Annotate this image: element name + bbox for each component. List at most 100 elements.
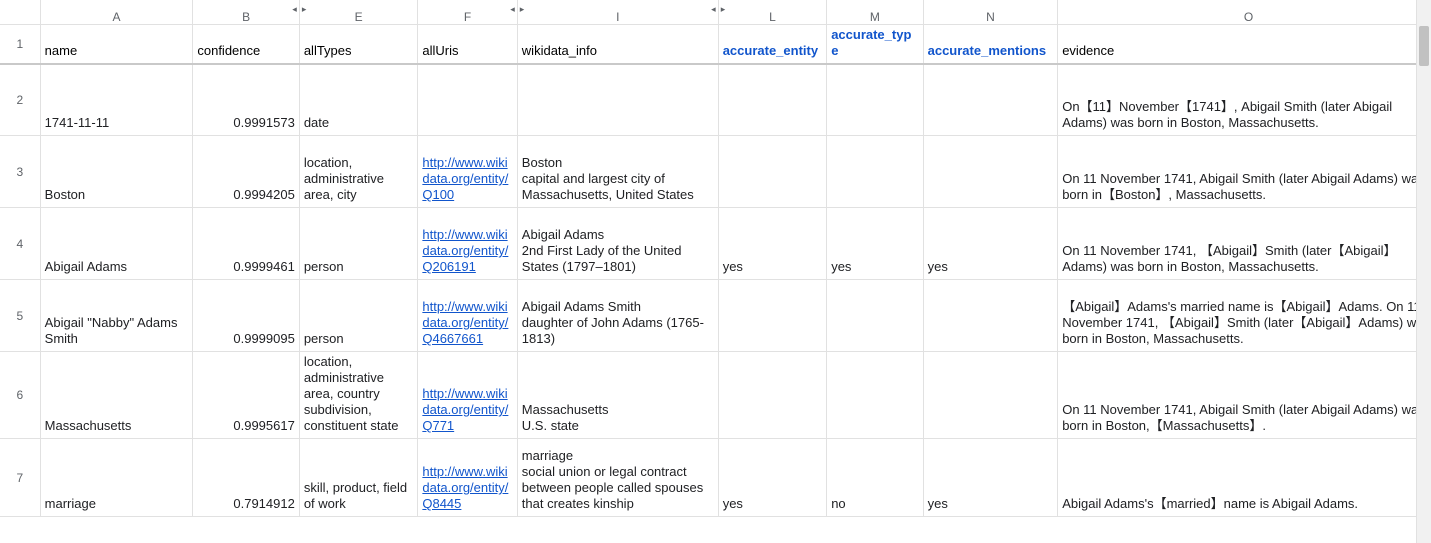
cell-B6[interactable]: 0.9995617	[193, 352, 299, 439]
col-header-E[interactable]: ▸ E	[299, 0, 418, 24]
cell-N3[interactable]	[923, 136, 1058, 208]
cell-B2[interactable]: 0.9991573	[193, 64, 299, 136]
cell-M3[interactable]	[827, 136, 923, 208]
cell-B5[interactable]: 0.9999095	[193, 280, 299, 352]
row-header-1[interactable]: 1	[0, 24, 40, 64]
cell-M4[interactable]: yes	[827, 208, 923, 280]
cell-O7[interactable]: Abigail Adams's【married】name is Abigail …	[1058, 439, 1431, 517]
column-group-toggle-icon[interactable]: ▸	[520, 4, 525, 15]
cell-M6[interactable]	[827, 352, 923, 439]
row-header-4[interactable]: 4	[0, 208, 40, 280]
cell-O5[interactable]: 【Abigail】Adams's married name is【Abigail…	[1058, 280, 1431, 352]
cell-F6[interactable]: http://www.wiki​data.org/entity/Q771	[418, 352, 517, 439]
cell-L2[interactable]	[718, 64, 826, 136]
row-header-7[interactable]: 7	[0, 439, 40, 517]
cell-I5[interactable]: Abigail Adams Smithdaughter of John Adam…	[517, 280, 718, 352]
wikidata-link[interactable]: http://www.wiki​data.org/entity/Q100	[422, 155, 508, 202]
cell-B1[interactable]: confidence	[193, 24, 299, 64]
cell-N1[interactable]: accurate_mentions	[923, 24, 1058, 64]
column-group-toggle-icon[interactable]: ▸	[302, 4, 307, 15]
cell-M5[interactable]	[827, 280, 923, 352]
cell-I6[interactable]: MassachusettsU.S. state	[517, 352, 718, 439]
col-header-M[interactable]: M	[827, 0, 923, 24]
cell-L3[interactable]	[718, 136, 826, 208]
cell-F5[interactable]: http://www.wiki​data.org/entity/Q4667661	[418, 280, 517, 352]
table-row: 5Abigail "Nabby" Adams Smith0.9999095per…	[0, 280, 1431, 352]
row-header-6[interactable]: 6	[0, 352, 40, 439]
cell-N4[interactable]: yes	[923, 208, 1058, 280]
table-row: 6Massachusetts0.9995617location, adminis…	[0, 352, 1431, 439]
cell-B4[interactable]: 0.9999461	[193, 208, 299, 280]
cell-E4[interactable]: person	[299, 208, 418, 280]
cell-A1[interactable]: name	[40, 24, 193, 64]
col-header-F[interactable]: F ◂	[418, 0, 517, 24]
cell-N6[interactable]	[923, 352, 1058, 439]
cell-M2[interactable]	[827, 64, 923, 136]
spreadsheet-viewport[interactable]: A B ◂ ▸ E F ◂ ▸ I ◂	[0, 0, 1431, 543]
scrollbar-thumb[interactable]	[1419, 26, 1429, 66]
cell-N5[interactable]	[923, 280, 1058, 352]
cell-E7[interactable]: skill, product, field of work	[299, 439, 418, 517]
col-header-O[interactable]: O	[1058, 0, 1431, 24]
row-header-5[interactable]: 5	[0, 280, 40, 352]
cell-N2[interactable]	[923, 64, 1058, 136]
cell-M1[interactable]: accurate_type	[827, 24, 923, 64]
wikidata-link[interactable]: http://www.wiki​data.org/entity/Q206191	[422, 227, 508, 274]
cell-I3[interactable]: Bostoncapital and largest city of Massac…	[517, 136, 718, 208]
cell-I7[interactable]: marriagesocial union or legal contract b…	[517, 439, 718, 517]
column-group-toggle-icon[interactable]: ◂	[510, 4, 515, 15]
wikidata-link[interactable]: http://www.wiki​data.org/entity/Q771	[422, 386, 508, 433]
col-header-A[interactable]: A	[40, 0, 193, 24]
cell-F7[interactable]: http://www.wiki​data.org/entity/Q8445	[418, 439, 517, 517]
cell-L6[interactable]	[718, 352, 826, 439]
cell-F1[interactable]: allUris	[418, 24, 517, 64]
cell-O6[interactable]: On 11 November 1741, Abigail Smith (late…	[1058, 352, 1431, 439]
cell-A2[interactable]: 1741-11-11	[40, 64, 193, 136]
col-header-B[interactable]: B ◂	[193, 0, 299, 24]
col-header-N[interactable]: N	[923, 0, 1058, 24]
row-header-3[interactable]: 3	[0, 136, 40, 208]
column-group-toggle-icon[interactable]: ◂	[292, 4, 297, 15]
cell-L5[interactable]	[718, 280, 826, 352]
cell-L4[interactable]: yes	[718, 208, 826, 280]
cell-A5[interactable]: Abigail "Nabby" Adams Smith	[40, 280, 193, 352]
spreadsheet-grid[interactable]: A B ◂ ▸ E F ◂ ▸ I ◂	[0, 0, 1431, 517]
cell-O4[interactable]: On 11 November 1741, 【Abigail】Smith (lat…	[1058, 208, 1431, 280]
column-group-toggle-icon[interactable]: ▸	[721, 4, 726, 15]
cell-B7[interactable]: 0.7914912	[193, 439, 299, 517]
cell-I2[interactable]	[517, 64, 718, 136]
cell-A6[interactable]: Massachusetts	[40, 352, 193, 439]
wikidata-link[interactable]: http://www.wiki​data.org/entity/Q4667661	[422, 299, 508, 346]
cell-A4[interactable]: Abigail Adams	[40, 208, 193, 280]
cell-A7[interactable]: marriage	[40, 439, 193, 517]
cell-F2[interactable]	[418, 64, 517, 136]
cell-N7[interactable]: yes	[923, 439, 1058, 517]
cell-E6[interactable]: location, administrative area, country s…	[299, 352, 418, 439]
vertical-scrollbar[interactable]	[1416, 0, 1431, 543]
cell-E2[interactable]: date	[299, 64, 418, 136]
column-group-toggle-icon[interactable]: ◂	[711, 4, 716, 15]
table-row: 21741-11-110.9991573date On【11】November【1…	[0, 64, 1431, 136]
cell-E1[interactable]: allTypes	[299, 24, 418, 64]
cell-O1[interactable]: evidence	[1058, 24, 1431, 64]
cell-O2[interactable]: On【11】November【1741】, Abigail Smith (lat…	[1058, 64, 1431, 136]
cell-L1[interactable]: accurate_entity	[718, 24, 826, 64]
wikidata-link[interactable]: http://www.wiki​data.org/entity/Q8445	[422, 464, 508, 511]
col-header-I[interactable]: ▸ I ◂	[517, 0, 718, 24]
cell-L7[interactable]: yes	[718, 439, 826, 517]
cell-A3[interactable]: Boston	[40, 136, 193, 208]
table-row: 3Boston0.9994205location, administrative…	[0, 136, 1431, 208]
select-all-corner[interactable]	[0, 0, 40, 24]
cell-E5[interactable]: person	[299, 280, 418, 352]
cell-B3[interactable]: 0.9994205	[193, 136, 299, 208]
cell-E3[interactable]: location, administrative area, city	[299, 136, 418, 208]
cell-F4[interactable]: http://www.wiki​data.org/entity/Q206191	[418, 208, 517, 280]
frozen-header-row: 1 name confidence allTypes allUris wikid…	[0, 24, 1431, 64]
cell-I4[interactable]: Abigail Adams2nd First Lady of the Unite…	[517, 208, 718, 280]
cell-F3[interactable]: http://www.wiki​data.org/entity/Q100	[418, 136, 517, 208]
row-header-2[interactable]: 2	[0, 64, 40, 136]
cell-I1[interactable]: wikidata_info	[517, 24, 718, 64]
cell-O3[interactable]: On 11 November 1741, Abigail Smith (late…	[1058, 136, 1431, 208]
cell-M7[interactable]: no	[827, 439, 923, 517]
col-header-L[interactable]: ▸ L	[718, 0, 826, 24]
